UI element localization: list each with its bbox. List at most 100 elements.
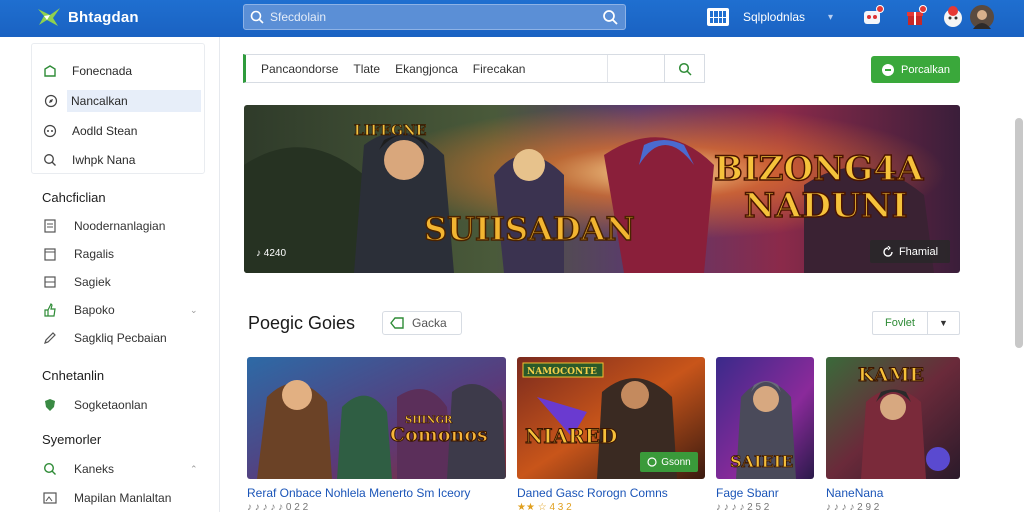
game-thumbnail: SAIEIE xyxy=(716,357,814,479)
card-art-title: Comonos xyxy=(390,424,488,446)
search-icon xyxy=(42,461,58,477)
game-card-title[interactable]: Daned Gasc Rorogn Comns xyxy=(517,486,668,500)
game-thumbnail: SHINGR Comonos xyxy=(247,357,506,479)
featured-banner[interactable]: SUIISADAN BIZONG4A NADUNI LIFEGNE ♪ 4240… xyxy=(244,105,960,273)
pencil-icon xyxy=(42,330,58,346)
clock-icon xyxy=(882,63,895,76)
shield-icon xyxy=(42,397,58,413)
banner-title-right-2: NADUNI xyxy=(744,186,908,226)
banner-action-label: Fhamial xyxy=(898,245,939,258)
divider xyxy=(607,55,608,82)
game-card-meta: ♪ ♪ ♪ ♪ ♪ 0 2 2 xyxy=(247,502,309,513)
filter-tab[interactable]: Pancaondorse xyxy=(261,62,338,76)
apps-grid-icon[interactable] xyxy=(707,8,729,26)
app-logo[interactable]: Bhtagdan xyxy=(36,6,139,28)
sidebar-section-title: Syemorler xyxy=(42,432,102,447)
app-name: Bhtagdan xyxy=(68,8,139,26)
chevron-down-icon[interactable]: ⌄ xyxy=(190,305,198,316)
section-title: Poegic Goies xyxy=(248,313,356,333)
logo-icon xyxy=(36,6,62,28)
chevron-down-icon[interactable]: ▾ xyxy=(828,12,833,23)
game-card-title[interactable]: NaneNana xyxy=(826,486,883,500)
sidebar-category-label: Sagkliq Pecbaian xyxy=(74,331,167,345)
game-card-title[interactable]: Reraf Onbace Nohlela Menerto Sm Iceory xyxy=(247,486,470,500)
sidebar-section-title: Cahcficlian xyxy=(42,190,106,205)
sidebar-primary-nav: Fonecnada Nancalkan Aodld Stean Iwhpk Na… xyxy=(31,43,205,174)
game-card-meta: ♪ ♪ ♪ ♪ 2 5 2 xyxy=(716,502,770,513)
top-bar: Bhtagdan Sfecdolain Sqlplodnlas ▾ xyxy=(0,0,1024,37)
sidebar-section-title: Cnhetanlin xyxy=(42,368,105,383)
category-chip-label: Gacka xyxy=(412,316,447,330)
sidebar-category-label: Kaneks xyxy=(74,462,115,476)
mascot-icon[interactable] xyxy=(941,5,965,29)
search-input[interactable]: Sfecdolain xyxy=(270,10,595,24)
game-card-title[interactable]: Fage Sbanr xyxy=(716,486,779,500)
banner-artwork: SUIISADAN BIZONG4A NADUNI LIFEGNE xyxy=(244,105,960,273)
banner-subtitle: ♪ 4240 xyxy=(256,248,287,259)
sidebar-category-item[interactable]: Sagkliq Pecbaian xyxy=(42,329,167,347)
thumbs-up-icon xyxy=(42,302,58,318)
calendar-icon xyxy=(42,246,58,262)
primary-action-label: Porcalkan xyxy=(901,63,950,76)
filter-tab[interactable]: Ekangjonca xyxy=(395,62,458,76)
avatar[interactable] xyxy=(970,5,994,29)
notification-icon[interactable] xyxy=(860,5,884,29)
sidebar-item-0[interactable]: Fonecnada xyxy=(42,60,132,82)
sidebar-category-item[interactable]: Mapilan Manlaltan xyxy=(42,489,171,507)
sidebar-category-item[interactable]: Ragalis xyxy=(42,245,114,263)
filter-search-icon[interactable] xyxy=(664,55,704,82)
sidebar: Fonecnada Nancalkan Aodld Stean Iwhpk Na… xyxy=(0,37,220,512)
game-card-meta: ★★ ☆ 4 3 2 xyxy=(517,502,572,513)
game-card[interactable]: SHINGR Comonos xyxy=(247,357,506,479)
chevron-up-icon[interactable]: ⌃ xyxy=(190,464,198,475)
sidebar-item-2[interactable]: Aodld Stean xyxy=(42,120,137,142)
sidebar-item-3[interactable]: Iwhpk Nana xyxy=(42,149,135,171)
card-art-title: KAME xyxy=(858,364,924,386)
sidebar-item-label: Nancalkan xyxy=(71,94,128,108)
banner-title-top: LIFEGNE xyxy=(354,123,426,139)
sidebar-category-label: Sogketaonlan xyxy=(74,398,148,412)
card-art-title: NIARED xyxy=(525,424,617,448)
sidebar-category-label: Ragalis xyxy=(74,247,115,261)
sidebar-category-label: Mapilan Manlaltan xyxy=(74,491,172,505)
play-icon xyxy=(647,457,657,467)
category-chip[interactable]: Gacka xyxy=(382,311,462,335)
sidebar-category-label: Noodernanlagian xyxy=(74,219,166,233)
image-icon xyxy=(42,490,58,506)
sidebar-item-label: Fonecnada xyxy=(72,64,133,78)
banner-title-right-1: BIZONG4A xyxy=(714,149,924,189)
sort-label: Fovlet xyxy=(873,312,928,334)
sidebar-category-item[interactable]: Bapoko ⌄ xyxy=(42,301,202,319)
sidebar-item-label: Aodld Stean xyxy=(72,124,138,138)
card-art-title: SAIEIE xyxy=(730,452,793,471)
search-submit-icon[interactable] xyxy=(595,5,625,29)
game-card-meta: ♪ ♪ ♪ ♪ 2 9 2 xyxy=(826,502,880,513)
topnav-label[interactable]: Sqlplodnlas xyxy=(743,10,805,24)
game-card[interactable]: NAMOCONTE NIARED Gsonn xyxy=(517,357,705,479)
filter-tab[interactable]: Firecakan xyxy=(473,62,526,76)
sidebar-category-item[interactable]: Kaneks ⌃ xyxy=(42,460,202,478)
banner-action-button[interactable]: Fhamial xyxy=(870,240,950,263)
grid-icon xyxy=(42,274,58,290)
compass-icon xyxy=(44,94,58,113)
sort-dropdown[interactable]: Fovlet ▼ xyxy=(872,311,960,335)
sidebar-category-label: Bapoko xyxy=(74,303,115,317)
sidebar-category-item[interactable]: Noodernanlagian xyxy=(42,217,165,235)
game-card[interactable]: SAIEIE xyxy=(716,357,814,479)
banner-title-left: SUIISADAN xyxy=(424,210,635,248)
card-badge-label: Gsonn xyxy=(661,456,691,468)
filter-tab[interactable]: Tlate xyxy=(353,62,380,76)
search-bar[interactable]: Sfecdolain xyxy=(243,4,626,30)
game-thumbnail: KAME xyxy=(826,357,960,479)
leaf-icon xyxy=(42,63,58,79)
card-badge[interactable]: Gsonn xyxy=(640,452,698,472)
sidebar-category-item[interactable]: Sagiek xyxy=(42,273,111,291)
game-card[interactable]: KAME xyxy=(826,357,960,479)
gamepad-icon xyxy=(42,123,58,139)
primary-action-button[interactable]: Porcalkan xyxy=(871,56,960,83)
sidebar-category-item[interactable]: Sogketaonlan xyxy=(42,396,147,414)
gift-icon[interactable] xyxy=(903,5,927,29)
sidebar-item-label: Iwhpk Nana xyxy=(72,153,136,167)
sidebar-item-1[interactable]: Nancalkan xyxy=(67,90,201,112)
scrollbar[interactable] xyxy=(1015,118,1023,348)
